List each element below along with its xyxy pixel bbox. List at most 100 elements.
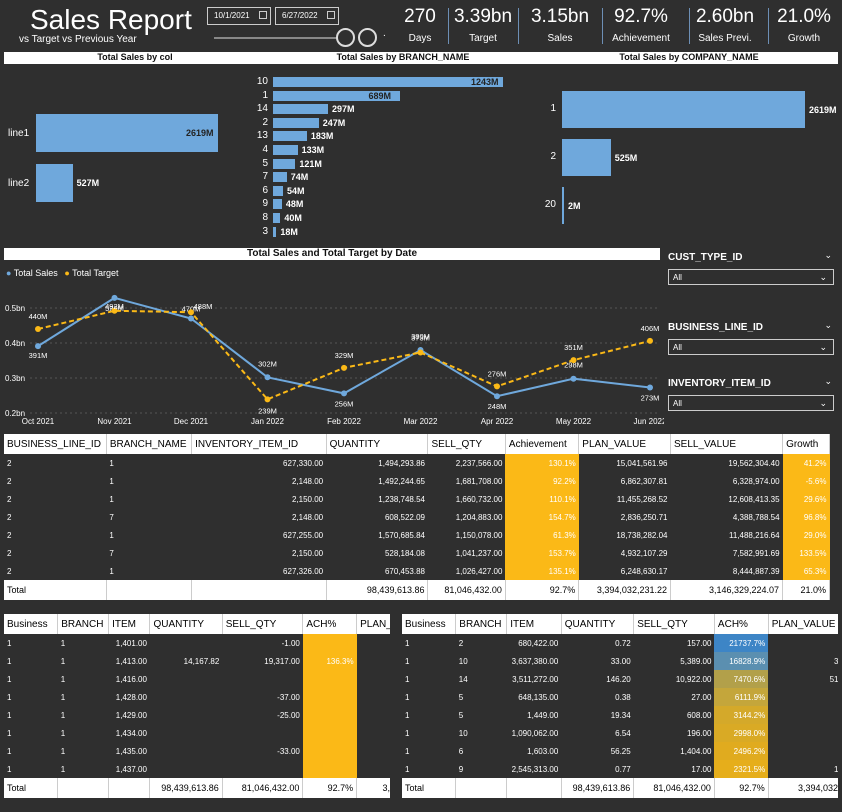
- table-row[interactable]: 1 10 3,637,380.00 33.00 5,389.00 16828.9% 3: [402, 652, 838, 670]
- table-row[interactable]: 2 1 627,330.00 1,494,293.86 2,237,566.00 130.…: [4, 454, 830, 472]
- column-header[interactable]: PLAN_VALUE: [578, 434, 671, 454]
- sales-point[interactable]: [647, 384, 653, 391]
- column-header[interactable]: SELL_VALUE: [670, 434, 784, 454]
- bar[interactable]: [273, 158, 296, 169]
- table-row[interactable]: 1 9 2,545,313.00 0.77 17.00 2321.5% 1: [402, 760, 838, 778]
- bar[interactable]: [562, 91, 805, 128]
- left-table[interactable]: Business BRANCH ITEM QUANTITY SELL_QTY ACH% PL…: [4, 614, 390, 798]
- bar[interactable]: [273, 117, 319, 128]
- date-slider-end-handle[interactable]: [358, 28, 377, 47]
- bar[interactable]: [562, 139, 611, 176]
- sales-point[interactable]: [570, 375, 577, 382]
- sales-point[interactable]: [111, 294, 118, 301]
- calendar-icon[interactable]: [259, 11, 267, 19]
- table-row[interactable]: 1 6 1,603.00 56.25 1,404.00 2496.2%: [402, 742, 838, 760]
- target-point[interactable]: [417, 349, 424, 356]
- table-row[interactable]: 1 1 1,413.00 14,167.82 19,317.00 136.3%: [4, 652, 390, 670]
- slicer-dropdown[interactable]: All ⌄: [668, 339, 834, 355]
- bar[interactable]: [273, 226, 277, 237]
- column-header[interactable]: SELL_QTY: [222, 614, 304, 634]
- date-from-input[interactable]: 10/1/2021: [207, 7, 271, 25]
- target-point[interactable]: [264, 396, 271, 403]
- table-row[interactable]: 1 14 3,511,272.00 146.20 10,922.00 7470.6% 51: [402, 670, 838, 688]
- sales-point[interactable]: [35, 343, 41, 350]
- calendar-icon[interactable]: [327, 11, 335, 19]
- slicer-dropdown[interactable]: All ⌄: [668, 395, 834, 411]
- table-row[interactable]: 2 7 2,148.00 608,522.09 1,204,883.00 154.7% 2,…: [4, 508, 830, 526]
- table-row[interactable]: 1 10 1,090,062.00 6.54 196.00 2998.0%: [402, 724, 838, 742]
- column-header[interactable]: QUANTITY: [149, 614, 223, 634]
- table-row[interactable]: 1 1 1,428.00 -37.00: [4, 688, 390, 706]
- chevron-down-icon[interactable]: ⌄: [819, 272, 827, 283]
- right-table-container[interactable]: Business BRANCH ITEM QUANTITY SELL_QTY ACH% PL…: [402, 614, 838, 802]
- column-header[interactable]: SELL_QTY: [633, 614, 715, 634]
- main-table[interactable]: BUSINESS_LINE_ID BRANCH_NAME INVENTORY_ITE…: [4, 434, 830, 600]
- right-table[interactable]: Business BRANCH ITEM QUANTITY SELL_QTY ACH% PL…: [402, 614, 838, 798]
- main-table-container[interactable]: BUSINESS_LINE_ID BRANCH_NAME INVENTORY_ITE…: [4, 434, 838, 608]
- column-header[interactable]: ITEM: [108, 614, 151, 634]
- sales-line[interactable]: [37, 296, 651, 398]
- table-row[interactable]: 1 1 1,435.00 -33.00: [4, 742, 390, 760]
- table-row[interactable]: 1 5 648,135.00 0.38 27.00 6111.9%: [402, 688, 838, 706]
- bar[interactable]: [273, 77, 503, 87]
- column-header[interactable]: ITEM: [506, 614, 562, 634]
- column-header[interactable]: Business: [402, 614, 457, 634]
- column-header[interactable]: QUANTITY: [561, 614, 635, 634]
- column-header[interactable]: BRANCH: [57, 614, 110, 634]
- target-point[interactable]: [341, 364, 347, 371]
- bar[interactable]: [562, 187, 564, 224]
- column-header[interactable]: ACH%: [714, 614, 769, 634]
- table-row[interactable]: 1 1 1,416.00: [4, 670, 390, 688]
- table-row[interactable]: 2 7 2,150.00 528,184.08 1,041,237.00 153.7% 4,…: [4, 544, 830, 562]
- bar[interactable]: [273, 213, 281, 223]
- table-row[interactable]: 2 1 2,148.00 1,492,244.65 1,681,708.00 92.2% 6…: [4, 472, 830, 490]
- table-row[interactable]: 2 1 627,326.00 670,453.88 1,026,427.00 135.1%…: [4, 562, 830, 580]
- column-header[interactable]: ACH%: [302, 614, 358, 634]
- table-row[interactable]: 1 1 1,401.00 -1.00: [4, 634, 390, 652]
- bar[interactable]: [36, 164, 73, 202]
- table-row[interactable]: 1 1 1,434.00: [4, 724, 390, 742]
- bar[interactable]: [273, 199, 282, 210]
- column-header[interactable]: Business: [4, 614, 59, 634]
- bar[interactable]: [273, 104, 328, 115]
- line-chart[interactable]: 0.5bn0.4bn0.3bn0.2bnOct 2021 Nov 2021 Dec …: [0, 280, 664, 430]
- date-slider-track[interactable]: [214, 37, 354, 39]
- column-header[interactable]: QUANTITY: [326, 434, 429, 454]
- target-point[interactable]: [494, 383, 500, 390]
- table-row[interactable]: 2 1 627,255.00 1,570,685.84 1,150,078.00 61.3…: [4, 526, 830, 544]
- chevron-down-icon[interactable]: ⌄: [824, 250, 832, 261]
- chevron-down-icon[interactable]: ⌄: [819, 342, 827, 353]
- chevron-down-icon[interactable]: ⌄: [824, 376, 832, 387]
- target-point[interactable]: [35, 326, 41, 332]
- bar[interactable]: [273, 145, 298, 155]
- sales-point[interactable]: [188, 315, 194, 322]
- target-point[interactable]: [647, 337, 653, 344]
- table-row[interactable]: 1 1 1,429.00 -25.00: [4, 706, 390, 724]
- column-header[interactable]: PLAN_V: [356, 614, 390, 634]
- column-header[interactable]: Growth: [782, 434, 830, 454]
- slicer-business-line[interactable]: BUSINESS_LINE_ID ⌄ All ⌄: [668, 320, 834, 355]
- left-table-container[interactable]: Business BRANCH ITEM QUANTITY SELL_QTY ACH% PL…: [4, 614, 390, 802]
- table-row[interactable]: 2 1 2,150.00 1,238,748.54 1,660,732.00 110.1%…: [4, 490, 830, 508]
- sales-point[interactable]: [341, 390, 347, 397]
- column-header[interactable]: SELL_QTY: [427, 434, 506, 454]
- slicer-inventory-item[interactable]: INVENTORY_ITEM_ID ⌄ All ⌄: [668, 376, 834, 411]
- column-header[interactable]: Achievement: [505, 434, 580, 454]
- bar[interactable]: [273, 172, 287, 183]
- column-header[interactable]: BUSINESS_LINE_ID: [4, 434, 107, 454]
- chevron-down-icon[interactable]: ⌄: [819, 398, 827, 409]
- sales-point[interactable]: [494, 393, 500, 400]
- bar[interactable]: [273, 131, 307, 142]
- bar[interactable]: [273, 185, 283, 196]
- column-header[interactable]: PLAN_VALUE: [768, 614, 838, 634]
- column-header[interactable]: BRANCH_NAME: [106, 434, 193, 454]
- table-row[interactable]: 1 1 1,437.00: [4, 760, 390, 778]
- chevron-down-icon[interactable]: ⌄: [824, 320, 832, 331]
- table-row[interactable]: 1 5 1,449.00 19.34 608.00 3144.2%: [402, 706, 838, 724]
- date-slider-start-handle[interactable]: [336, 28, 355, 47]
- table-row[interactable]: 1 2 680,422.00 0.72 157.00 21737.7%: [402, 634, 838, 652]
- column-header[interactable]: INVENTORY_ITEM_ID: [191, 434, 327, 454]
- target-point[interactable]: [570, 357, 577, 364]
- sales-point[interactable]: [264, 374, 271, 381]
- column-header[interactable]: BRANCH: [455, 614, 508, 634]
